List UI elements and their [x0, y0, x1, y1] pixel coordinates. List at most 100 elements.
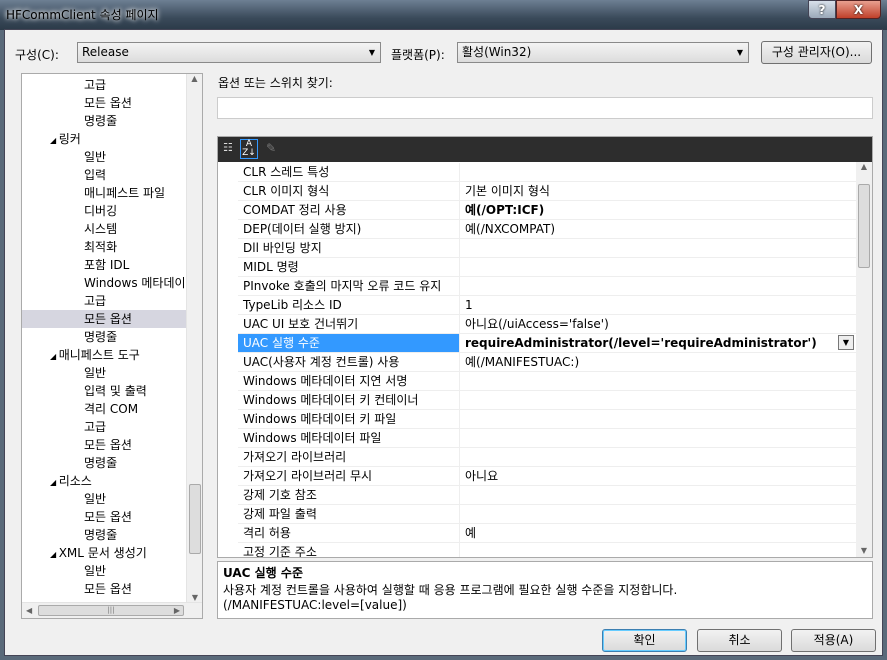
scroll-up-icon[interactable]: ▲	[856, 162, 872, 171]
scroll-left-icon[interactable]: ◀	[26, 606, 32, 615]
property-value[interactable]: 아니요	[460, 467, 498, 485]
property-value[interactable]: requireAdministrator(/level='requireAdmi…	[460, 334, 817, 352]
tree-item[interactable]: 일반	[22, 148, 186, 166]
property-row[interactable]: 가져오기 라이브러리	[238, 448, 856, 467]
tree-item[interactable]: Windows 메타데이	[22, 274, 186, 292]
category-tree[interactable]: 모든 옵션 일반 ◢ XML 문서 생성기 명령줄 모든 옵션 일반 ◢ 리소스 명령줄 모든 …	[21, 73, 203, 619]
property-name: TypeLib 리소스 ID	[238, 296, 460, 314]
tree-item[interactable]: 모든 옵션	[22, 580, 186, 598]
tree-item-label: 모든 옵션	[84, 438, 132, 452]
cancel-button[interactable]: 취소	[697, 629, 782, 652]
tree-item[interactable]: 명령줄	[22, 112, 186, 130]
ok-button[interactable]: 확인	[602, 629, 687, 652]
description-panel: UAC 실행 수준 사용자 계정 컨트롤을 사용하여 실행할 때 응용 프로그램…	[217, 561, 873, 619]
tree-item[interactable]: 고급	[22, 418, 186, 436]
tree-item[interactable]: ◢ 링커	[22, 130, 186, 148]
property-value[interactable]: 예(/MANIFESTUAC:)	[460, 353, 579, 371]
tree-item[interactable]: 입력	[22, 166, 186, 184]
tree-item[interactable]: 입력 및 출력	[22, 382, 186, 400]
tree-item[interactable]: 모든 옵션	[22, 94, 186, 112]
property-row[interactable]: DEP(데이터 실행 방지) 예(/NXCOMPAT)	[238, 220, 856, 239]
tree-item[interactable]: ◢ XML 문서 생성기	[22, 544, 186, 562]
property-row[interactable]: 강제 기호 참조	[238, 486, 856, 505]
property-row[interactable]: PInvoke 호출의 마지막 오류 코드 유지	[238, 277, 856, 296]
property-value[interactable]: 아니요(/uiAccess='false')	[460, 315, 609, 333]
expand-arrow-icon[interactable]: ◢	[50, 478, 59, 487]
tree-item[interactable]: 최적화	[22, 238, 186, 256]
property-row[interactable]: UAC 실행 수준 requireAdministrator(/level='re…	[238, 334, 856, 353]
property-name: MIDL 명령	[238, 258, 460, 276]
property-value[interactable]: 예	[460, 524, 476, 542]
tree-vscrollbar[interactable]: ▲ ▼	[186, 74, 202, 602]
property-name: UAC 실행 수준	[238, 334, 460, 352]
expand-arrow-icon[interactable]: ◢	[50, 550, 59, 559]
property-row[interactable]: Dll 바인딩 방지	[238, 239, 856, 258]
tree-item[interactable]: 고급	[22, 292, 186, 310]
property-row[interactable]: UAC UI 보호 건너뛰기 아니요(/uiAccess='false')	[238, 315, 856, 334]
dialog-body: 구성(C): Release ▼ 플랫폼(P): 활성(Win32) ▼ 구성 관리…	[4, 29, 883, 656]
property-row[interactable]: Windows 메타데이터 파일	[238, 429, 856, 448]
property-value[interactable]: 예(/OPT:ICF)	[460, 201, 544, 219]
tree-item[interactable]: 명령줄	[22, 328, 186, 346]
scroll-right-icon[interactable]: ▶	[174, 606, 180, 615]
tree-item[interactable]: 포함 IDL	[22, 256, 186, 274]
property-value[interactable]: 예(/NXCOMPAT)	[460, 220, 555, 238]
tree-item[interactable]: 명령줄	[22, 454, 186, 472]
config-select[interactable]: Release ▼	[77, 42, 381, 63]
grid-vscrollbar[interactable]: ▲ ▼	[856, 162, 872, 557]
search-input[interactable]	[217, 97, 873, 119]
tree-item[interactable]: 모든 옵션	[22, 508, 186, 526]
tree-item[interactable]: 매니페스트 파일	[22, 184, 186, 202]
tree-item[interactable]: 시스템	[22, 220, 186, 238]
property-value[interactable]: 1	[460, 296, 473, 314]
tree-item[interactable]: 일반	[22, 490, 186, 508]
property-name: UAC(사용자 계정 컨트롤) 사용	[238, 353, 460, 371]
help-button[interactable]: ?	[808, 0, 836, 19]
property-row[interactable]: Windows 메타데이터 지연 서명	[238, 372, 856, 391]
property-row[interactable]: Windows 메타데이터 키 파일	[238, 410, 856, 429]
property-row[interactable]: TypeLib 리소스 ID 1	[238, 296, 856, 315]
tree-hscroll-thumb[interactable]: |||	[38, 605, 184, 616]
tree-item[interactable]: 일반	[22, 364, 186, 382]
tree-item[interactable]: 고급	[22, 76, 186, 94]
property-row[interactable]: 가져오기 라이브러리 무시 아니요	[238, 467, 856, 486]
expand-arrow-icon[interactable]: ◢	[50, 136, 59, 145]
tree-hscrollbar[interactable]: ◀ ||| ▶	[22, 602, 202, 618]
tree-item[interactable]: 모든 옵션	[22, 310, 186, 328]
property-pages-icon[interactable]: ✎	[266, 141, 276, 155]
scroll-down-icon[interactable]: ▼	[187, 593, 202, 602]
property-name: UAC UI 보호 건너뛰기	[238, 315, 460, 333]
categorized-icon[interactable]: ☷	[223, 141, 233, 154]
description-switch: (/MANIFESTUAC:level=[value])	[223, 598, 407, 612]
property-value[interactable]: 기본 이미지 형식	[460, 182, 550, 200]
property-row[interactable]: Windows 메타데이터 키 컨테이너	[238, 391, 856, 410]
tree-item[interactable]: 모든 옵션	[22, 436, 186, 454]
property-row[interactable]: MIDL 명령	[238, 258, 856, 277]
property-row[interactable]: CLR 스레드 특성	[238, 163, 856, 182]
tree-scroll-thumb[interactable]	[189, 484, 201, 554]
tree-item[interactable]: 일반	[22, 562, 186, 580]
scroll-down-icon[interactable]: ▼	[856, 546, 872, 555]
property-row[interactable]: 격리 허용 예	[238, 524, 856, 543]
config-manager-button[interactable]: 구성 관리자(O)...	[761, 41, 872, 64]
tree-item[interactable]: 격리 COM	[22, 400, 186, 418]
platform-select[interactable]: 활성(Win32) ▼	[457, 42, 749, 63]
property-row[interactable]: UAC(사용자 계정 컨트롤) 사용 예(/MANIFESTUAC:)	[238, 353, 856, 372]
tree-item[interactable]: 명령줄	[22, 526, 186, 544]
close-button[interactable]: X	[836, 0, 881, 19]
sort-alphabetical-icon[interactable]: A Z↓	[240, 139, 258, 159]
expand-arrow-icon[interactable]: ◢	[50, 352, 59, 361]
tree-item[interactable]: ◢ 리소스	[22, 472, 186, 490]
property-grid[interactable]: ☷ A Z↓ ✎ ▲ ▼ CLR 스레드 특성 CLR 이미지 형식 기본 이미지 형…	[217, 136, 873, 558]
grid-scroll-thumb[interactable]	[858, 184, 870, 268]
apply-button[interactable]: 적용(A)	[791, 629, 876, 652]
property-row[interactable]: COMDAT 정리 사용 예(/OPT:ICF)	[238, 201, 856, 220]
property-row[interactable]: 고정 기준 주소	[238, 543, 856, 557]
tree-item[interactable]: 디버깅	[22, 202, 186, 220]
property-row[interactable]: CLR 이미지 형식 기본 이미지 형식	[238, 182, 856, 201]
tree-item[interactable]: ◢ 매니페스트 도구	[22, 346, 186, 364]
tree-item-label: 명령줄	[84, 456, 118, 470]
property-row[interactable]: 강제 파일 출력	[238, 505, 856, 524]
value-dropdown-button[interactable]: ▼	[838, 335, 854, 350]
scroll-up-icon[interactable]: ▲	[187, 74, 202, 83]
